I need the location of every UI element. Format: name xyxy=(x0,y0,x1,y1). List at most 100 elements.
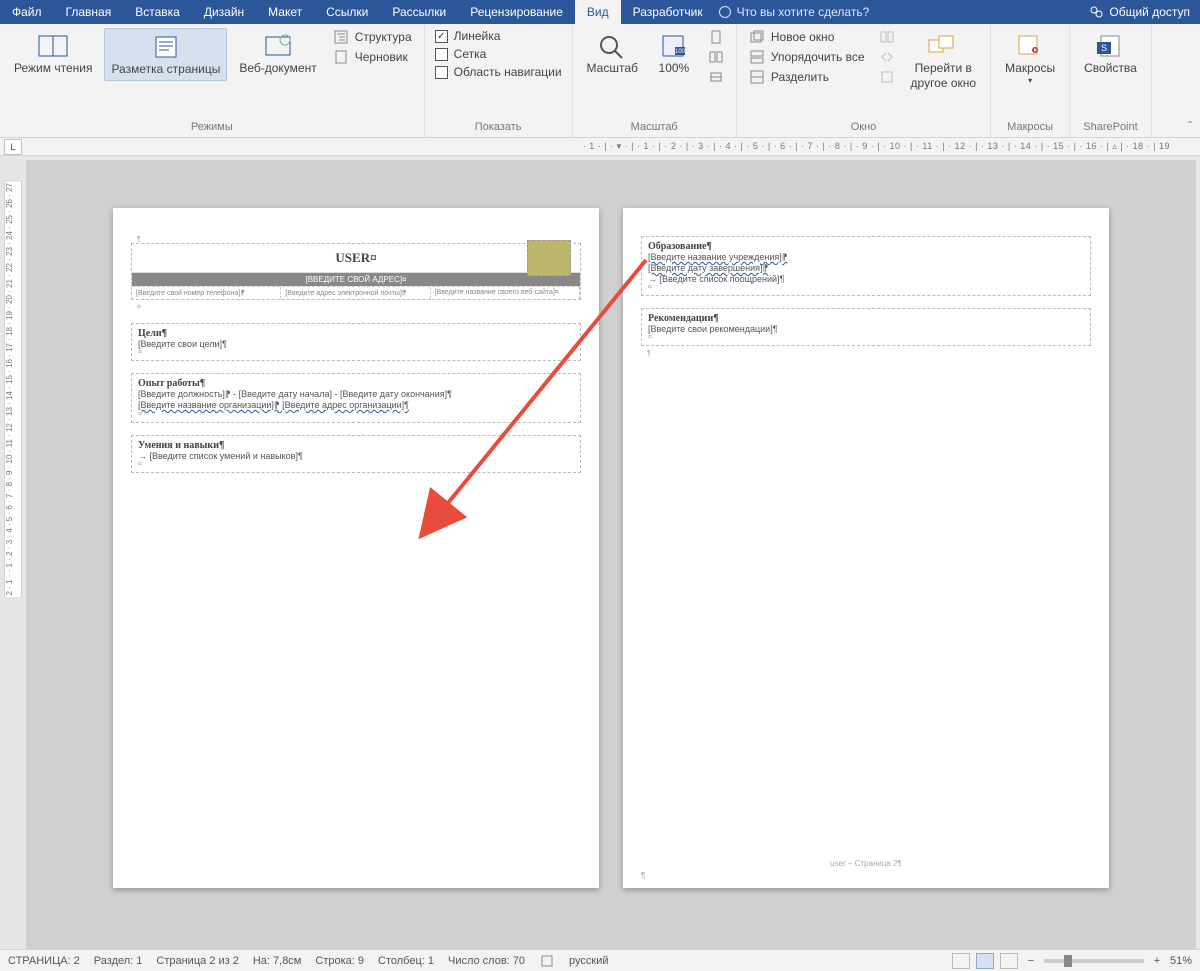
svg-text:S: S xyxy=(1101,43,1107,53)
outline-icon xyxy=(333,29,349,45)
tell-me-search[interactable]: Что вы хотите сделать? xyxy=(719,0,870,24)
read-mode-icon xyxy=(37,32,69,60)
switch-windows-label2: другое окно xyxy=(911,77,977,90)
page-2[interactable]: Образование¶ [Введите название учреждени… xyxy=(623,208,1109,888)
properties-button[interactable]: S Свойства xyxy=(1078,28,1143,79)
zoom-out-button[interactable]: − xyxy=(1024,955,1038,967)
svg-text:100: 100 xyxy=(675,49,686,55)
outline-button[interactable]: Структура xyxy=(329,28,416,46)
macros-button[interactable]: Макросы ▾ xyxy=(999,28,1061,90)
goals-section: Цели¶ [Введите свои цели]¶ ¤ xyxy=(131,323,581,361)
group-show: ✓Линейка Сетка Область навигации Показат… xyxy=(425,24,573,137)
skills-heading: Умения и навыки¶ xyxy=(138,440,574,451)
group-macros-label: Макросы xyxy=(999,119,1061,135)
tab-design[interactable]: Дизайн xyxy=(192,0,256,24)
page-1[interactable]: ¶ USER¤ [ВВЕДИТЕ СВОЙ АДРЕС]¤ [Введите с… xyxy=(113,208,599,888)
web-layout-label: Веб-документ xyxy=(239,62,316,75)
zoom-slider[interactable] xyxy=(1044,959,1144,963)
tab-mailings[interactable]: Рассылки xyxy=(380,0,458,24)
status-at[interactable]: На: 7,8см xyxy=(253,955,302,967)
status-column[interactable]: Столбец: 1 xyxy=(378,955,434,967)
new-window-label: Новое окно xyxy=(771,30,835,44)
tab-file[interactable]: Файл xyxy=(0,0,54,24)
menu-tabs: Файл Главная Вставка Дизайн Макет Ссылки… xyxy=(0,0,1200,24)
share-label: Общий доступ xyxy=(1109,5,1190,19)
experience-heading: Опыт работы¶ xyxy=(138,378,574,389)
page-footer: user – Страница 2¶ xyxy=(623,859,1109,868)
spellcheck-icon[interactable] xyxy=(539,953,555,969)
tab-layout[interactable]: Макет xyxy=(256,0,314,24)
zoom-100-icon: 100 xyxy=(658,32,690,60)
goals-heading: Цели¶ xyxy=(138,328,574,339)
draft-button[interactable]: Черновик xyxy=(329,48,416,66)
web-view-icon[interactable] xyxy=(1000,953,1018,969)
zoom-100-label: 100% xyxy=(659,62,690,75)
tab-insert[interactable]: Вставка xyxy=(123,0,192,24)
status-section[interactable]: Раздел: 1 xyxy=(94,955,143,967)
group-show-label: Показать xyxy=(433,119,564,135)
status-word-count[interactable]: Число слов: 70 xyxy=(448,955,525,967)
arrange-all-button[interactable]: Упорядочить все xyxy=(745,48,869,66)
ruler-label: Линейка xyxy=(454,29,501,43)
zoom-icon xyxy=(596,32,628,60)
sync-scroll-button[interactable] xyxy=(875,48,899,66)
experience-line1: [Введите должность]⁋ - [Введите дату нач… xyxy=(138,389,574,400)
ribbon-collapse-icon[interactable]: ˆ xyxy=(1188,119,1192,133)
recommendations-section: Рекомендации¶ [Введите свои рекомендации… xyxy=(641,308,1091,346)
education-section: Образование¶ [Введите название учреждени… xyxy=(641,236,1091,296)
skills-body: → [Введите список умений и навыков]¶ xyxy=(138,451,574,461)
zoom-button[interactable]: Масштаб xyxy=(581,28,644,79)
tab-home[interactable]: Главная xyxy=(54,0,124,24)
tab-selector[interactable]: L xyxy=(4,139,22,155)
tab-review[interactable]: Рецензирование xyxy=(458,0,575,24)
group-sharepoint: S Свойства SharePoint xyxy=(1070,24,1152,137)
document-area[interactable]: ¶ USER¤ [ВВЕДИТЕ СВОЙ АДРЕС]¤ [Введите с… xyxy=(26,160,1196,949)
tab-references[interactable]: Ссылки xyxy=(314,0,380,24)
group-zoom-label: Масштаб xyxy=(581,119,728,135)
nav-pane-checkbox[interactable]: Область навигации xyxy=(433,64,564,80)
macros-icon xyxy=(1014,32,1046,60)
switch-windows-icon xyxy=(927,32,959,60)
status-page-of[interactable]: Страница 2 из 2 xyxy=(156,955,238,967)
tab-developer[interactable]: Разработчик xyxy=(621,0,715,24)
tab-view[interactable]: Вид xyxy=(575,0,621,24)
group-zoom: Масштаб 100 100% Масштаб xyxy=(573,24,737,137)
nav-pane-label: Область навигации xyxy=(454,65,562,79)
side-by-side-icon xyxy=(879,29,895,45)
side-by-side-button[interactable] xyxy=(875,28,899,46)
photo-placeholder[interactable] xyxy=(527,240,571,276)
vertical-ruler[interactable]: 2 · 1 · · 1 · 2 · 3 · 4 · 5 · 6 · 7 · 8 … xyxy=(4,180,22,598)
status-page[interactable]: СТРАНИЦА: 2 xyxy=(8,955,80,967)
new-window-button[interactable]: Новое окно xyxy=(745,28,869,46)
one-page-button[interactable] xyxy=(704,28,728,46)
web-layout-button[interactable]: Веб-документ xyxy=(233,28,322,79)
status-language[interactable]: русский xyxy=(569,955,608,967)
page-width-button[interactable] xyxy=(704,68,728,86)
ruler-checkbox[interactable]: ✓Линейка xyxy=(433,28,564,44)
split-button[interactable]: Разделить xyxy=(745,68,869,86)
zoom-in-button[interactable]: + xyxy=(1150,955,1164,967)
status-line[interactable]: Строка: 9 xyxy=(315,955,364,967)
zoom-100-button[interactable]: 100 100% xyxy=(650,28,698,79)
reset-position-icon xyxy=(879,69,895,85)
recommendations-body: [Введите свои рекомендации]¶ xyxy=(648,324,1084,334)
multi-page-button[interactable] xyxy=(704,48,728,66)
read-view-icon[interactable] xyxy=(952,953,970,969)
horizontal-ruler[interactable]: L · 1 · | · ▾ · | · 1 · | · 2 · | · 3 · … xyxy=(0,138,1200,156)
page-width-icon xyxy=(708,69,724,85)
ruler-ticks: · 1 · | · ▾ · | · 1 · | · 2 · | · 3 · | … xyxy=(583,141,1170,152)
print-view-icon[interactable] xyxy=(976,953,994,969)
zoom-level[interactable]: 51% xyxy=(1170,955,1192,967)
outline-label: Структура xyxy=(355,30,412,44)
contact-phone: [Введите свой номер телефона]⁋ xyxy=(132,287,281,299)
tell-me-label: Что вы хотите сделать? xyxy=(737,5,870,19)
switch-windows-button[interactable]: Перейти в другое окно xyxy=(905,28,983,94)
read-mode-label: Режим чтения xyxy=(14,62,92,75)
share-button[interactable]: Общий доступ xyxy=(1079,0,1200,24)
contact-email: [Введите адрес электронной почты]⁋ xyxy=(281,287,430,299)
split-icon xyxy=(749,69,765,85)
print-layout-button[interactable]: Разметка страницы xyxy=(104,28,227,81)
grid-checkbox[interactable]: Сетка xyxy=(433,46,564,62)
reset-position-button[interactable] xyxy=(875,68,899,86)
read-mode-button[interactable]: Режим чтения xyxy=(8,28,98,79)
